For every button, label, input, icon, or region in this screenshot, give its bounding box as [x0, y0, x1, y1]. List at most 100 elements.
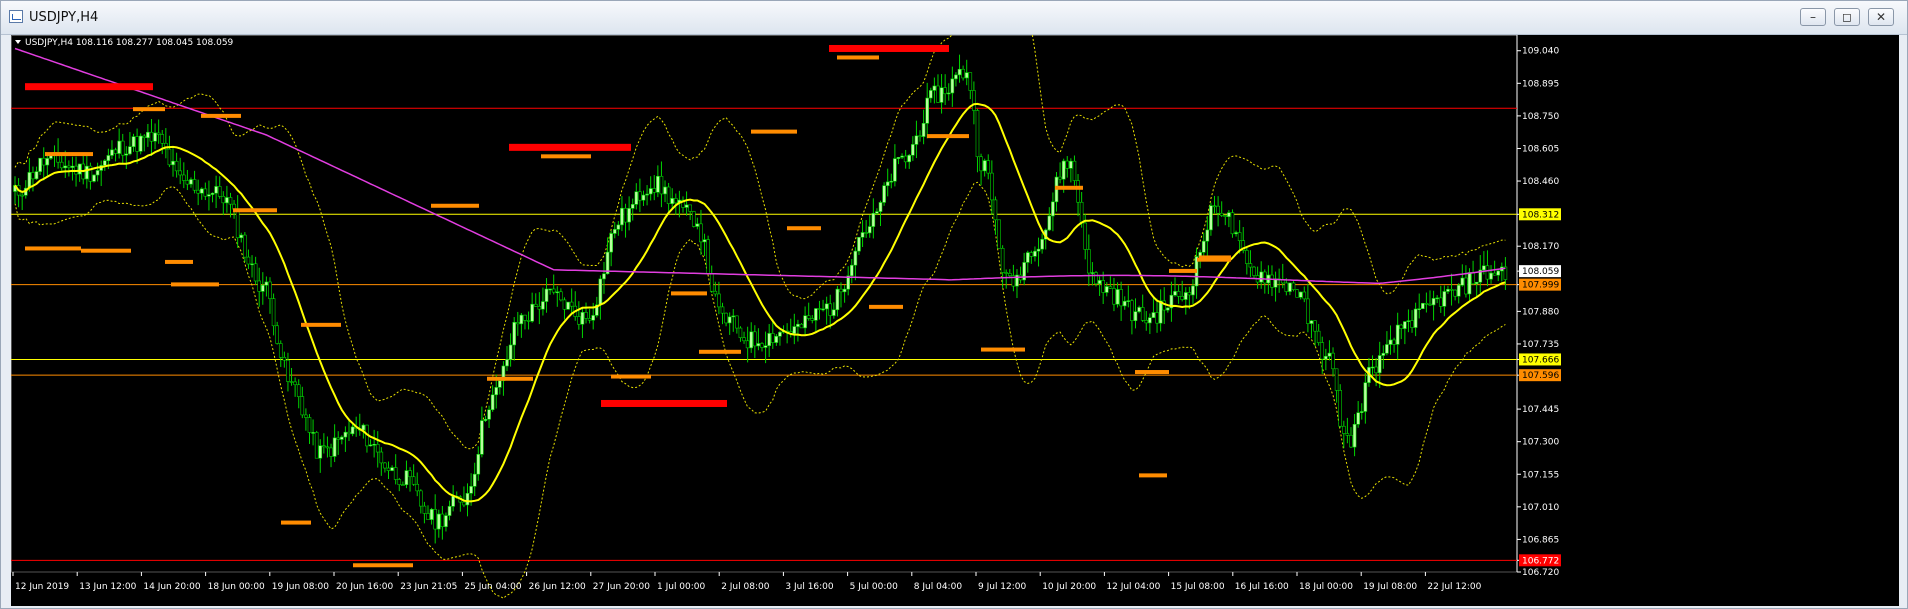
price-chart[interactable]: 109.040 108.895 108.750 108.605 108.460 108.3…: [11, 35, 1899, 606]
candle-body: [20, 194, 24, 197]
candle-body: [160, 134, 165, 144]
candle-body: [742, 337, 746, 342]
candle-body: [45, 158, 50, 166]
candle-body: [393, 467, 398, 480]
candle-body: [214, 186, 218, 194]
candle-body: [1090, 272, 1095, 274]
candle-body: [979, 156, 983, 172]
candle-body: [878, 202, 883, 212]
candle-body: [652, 188, 657, 193]
candle-body: [591, 315, 596, 321]
time-tick-label: 20 Jun 16:00: [336, 582, 393, 592]
candle-body: [609, 233, 613, 253]
candle-body: [282, 357, 287, 361]
candle-body: [699, 223, 703, 243]
candle-body: [1489, 272, 1493, 280]
candle-body: [745, 340, 750, 349]
candle-body: [203, 188, 208, 197]
price-tick-label: 107.735: [1522, 340, 1559, 350]
candle-body: [70, 165, 75, 168]
candle-body: [361, 424, 366, 431]
candle-body: [842, 288, 847, 293]
candle-body: [964, 72, 969, 79]
candle-body: [799, 323, 804, 329]
candle-body: [1464, 277, 1468, 295]
candle-body: [630, 204, 635, 209]
candle-body: [1183, 292, 1188, 300]
price-axis: 109.040 108.895 108.750 108.605 108.460 108.3…: [1517, 47, 1561, 578]
price-badge-label: 107.999: [1522, 281, 1559, 291]
price-badge-label: 108.312: [1522, 210, 1559, 220]
candle-body: [623, 207, 628, 223]
candle-body: [128, 146, 132, 155]
chart-window-icon: [9, 10, 23, 23]
time-tick-label: 12 Jun 2019: [15, 582, 69, 592]
candle-body: [340, 436, 344, 440]
candle-body: [882, 185, 886, 203]
candle-body: [598, 278, 603, 306]
candle-body: [225, 197, 229, 204]
candle-body: [1291, 282, 1296, 290]
candle-body: [821, 308, 825, 311]
candle-body: [350, 426, 355, 435]
candle-body: [1191, 285, 1195, 296]
candle-body: [939, 87, 944, 103]
time-tick-label: 9 Jul 12:00: [978, 582, 1027, 592]
candle-body: [1187, 292, 1192, 296]
level-marker: [1135, 370, 1169, 375]
candle-body: [1101, 280, 1105, 293]
dropdown-arrow-icon[interactable]: [15, 40, 21, 44]
level-marker: [699, 349, 741, 354]
candle-body: [835, 288, 840, 311]
level-marker: [201, 113, 241, 118]
candle-body: [476, 454, 481, 475]
candle-body: [1259, 271, 1263, 283]
time-tick-label: 22 Jul 12:00: [1427, 582, 1481, 592]
candle-body: [907, 154, 912, 163]
candle-body: [390, 467, 394, 471]
candle-body: [735, 315, 739, 329]
candle-body: [548, 288, 552, 291]
candle-body: [1298, 291, 1303, 298]
time-tick-label: 1 Jul 00:00: [657, 582, 706, 592]
moving-average-fast-line: [14, 102, 1506, 503]
candle-body: [616, 224, 621, 230]
candle-body: [1248, 263, 1253, 268]
candle-body: [612, 229, 617, 234]
zone-markers: [25, 44, 1231, 568]
candle-body: [41, 157, 46, 166]
candle-body: [246, 256, 251, 265]
candle-body: [171, 160, 175, 166]
price-badge-label: 106.772: [1522, 556, 1559, 566]
candle-body: [1025, 252, 1030, 263]
candle-body: [695, 223, 700, 227]
candle-body: [440, 513, 445, 527]
candle-body: [1209, 205, 1213, 231]
candle-body: [1108, 286, 1113, 289]
candle-body: [275, 325, 279, 344]
candle-body: [1079, 201, 1084, 224]
candle-body: [1359, 411, 1364, 413]
candle-body: [1320, 342, 1325, 360]
title-bar[interactable]: USDJPY,H4 – ◻ ✕: [1, 1, 1907, 35]
candle-body: [814, 308, 818, 321]
restore-button[interactable]: ◻: [1834, 8, 1860, 26]
candle-body: [253, 263, 258, 282]
candle-body: [928, 90, 933, 99]
candle-body: [314, 432, 319, 459]
candle-body: [250, 263, 254, 266]
minimize-button[interactable]: –: [1800, 8, 1826, 26]
candle-body: [515, 322, 520, 325]
candle-body: [824, 303, 829, 310]
candle-body: [59, 161, 64, 169]
time-tick-label: 16 Jul 16:00: [1235, 582, 1289, 592]
candle-body: [523, 314, 527, 321]
candle-body: [465, 493, 470, 506]
candle-body: [221, 196, 226, 204]
candle-body: [322, 445, 326, 448]
close-button[interactable]: ✕: [1868, 8, 1894, 26]
level-marker: [541, 154, 591, 159]
candle-body: [1324, 355, 1328, 360]
candle-body: [1438, 297, 1443, 307]
candle-body: [1144, 320, 1149, 324]
